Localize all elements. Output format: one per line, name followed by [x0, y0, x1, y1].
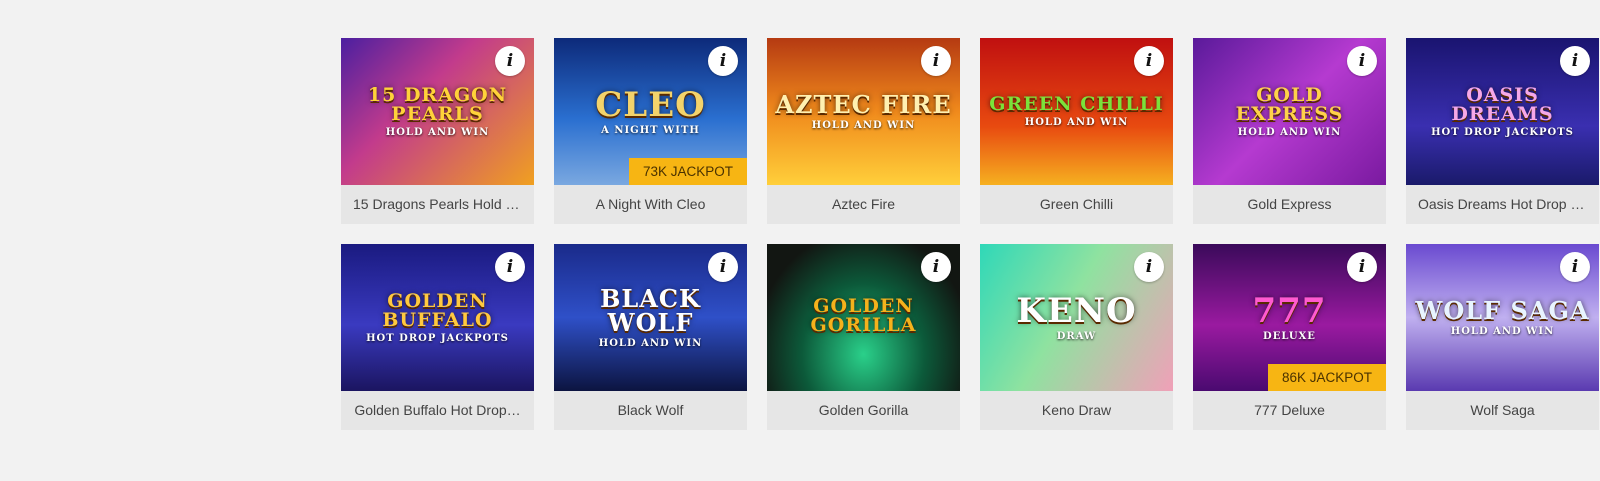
game-card[interactable]: 15 DRAGON PEARLS HOLD AND WIN i 15 Dragons … [341, 38, 534, 224]
game-title[interactable]: Aztec Fire [767, 185, 960, 224]
game-title[interactable]: Wolf Saga [1406, 391, 1599, 430]
game-logo-title: GOLD EXPRESS [1235, 83, 1344, 125]
game-logo-title: KENO [1016, 290, 1137, 331]
game-card[interactable]: BLACK WOLF HOLD AND WIN i Black Wolf [554, 244, 747, 430]
game-title[interactable]: Golden Gorilla [767, 391, 960, 430]
game-card[interactable]: GREEN CHILLI HOLD AND WIN i Green Chilli [980, 38, 1173, 224]
game-logo-subtitle: HOLD AND WIN [811, 119, 916, 131]
game-title[interactable]: Oasis Dreams Hot Drop J… [1406, 185, 1599, 224]
info-icon[interactable]: i [708, 252, 738, 282]
game-card[interactable]: GOLD EXPRESS HOLD AND WIN i Gold Express [1193, 38, 1386, 224]
game-logo-title: OASIS DREAMS [1451, 83, 1554, 125]
jackpot-badge: 86K JACKPOT [1267, 364, 1386, 391]
game-logo-title: GOLDEN GORILLA [810, 294, 917, 336]
game-title[interactable]: Black Wolf [554, 391, 747, 430]
info-icon[interactable]: i [495, 252, 525, 282]
game-title[interactable]: Green Chilli [980, 185, 1173, 224]
game-logo-subtitle: HOLD AND WIN [598, 337, 703, 349]
game-thumbnail[interactable]: GREEN CHILLI HOLD AND WIN i [980, 38, 1173, 185]
jackpot-badge: 73K JACKPOT [628, 158, 747, 185]
info-icon[interactable]: i [495, 46, 525, 76]
game-card[interactable]: OASIS DREAMS HOT DROP JACKPOTS i Oasis Drea… [1406, 38, 1599, 224]
game-title[interactable]: 777 Deluxe [1193, 391, 1386, 430]
info-icon[interactable]: i [1134, 46, 1164, 76]
game-thumbnail[interactable]: 777 DELUXE i 86K JACKPOT [1193, 244, 1386, 391]
game-thumbnail[interactable]: OASIS DREAMS HOT DROP JACKPOTS i [1406, 38, 1599, 185]
game-logo-subtitle: HOLD AND WIN [1237, 126, 1342, 138]
game-card[interactable]: GOLDEN GORILLA i Golden Gorilla [767, 244, 960, 430]
info-icon[interactable]: i [1560, 46, 1590, 76]
game-logo-title: CLEO [595, 84, 706, 125]
game-card[interactable]: 777 DELUXE i 86K JACKPOT 777 Deluxe [1193, 244, 1386, 430]
game-logo-title: BLACK WOLF [600, 283, 701, 337]
game-title[interactable]: 15 Dragons Pearls Hold a… [341, 185, 534, 224]
game-card[interactable]: KENO DRAW i Keno Draw [980, 244, 1173, 430]
game-title[interactable]: Keno Draw [980, 391, 1173, 430]
info-icon[interactable]: i [921, 46, 951, 76]
game-thumbnail[interactable]: CLEO A NIGHT WITH i 73K JACKPOT [554, 38, 747, 185]
game-thumbnail[interactable]: GOLD EXPRESS HOLD AND WIN i [1193, 38, 1386, 185]
game-logo-subtitle: HOT DROP JACKPOTS [366, 332, 509, 344]
game-thumbnail[interactable]: 15 DRAGON PEARLS HOLD AND WIN i [341, 38, 534, 185]
game-logo-subtitle: DELUXE [1263, 330, 1316, 342]
game-logo-title: GREEN CHILLI [989, 93, 1164, 115]
game-logo-title: 777 [1252, 290, 1327, 331]
game-logo-title: AZTEC FIRE [775, 89, 952, 119]
games-grid: 15 DRAGON PEARLS HOLD AND WIN i 15 Dragons … [341, 38, 1599, 430]
info-icon[interactable]: i [921, 252, 951, 282]
game-title[interactable]: Gold Express [1193, 185, 1386, 224]
game-card[interactable]: WOLF SAGA HOLD AND WIN i Wolf Saga [1406, 244, 1599, 430]
game-card[interactable]: CLEO A NIGHT WITH i 73K JACKPOT A Night With… [554, 38, 747, 224]
game-logo-title: GOLDEN BUFFALO [382, 289, 493, 331]
info-icon[interactable]: i [1347, 46, 1377, 76]
info-icon[interactable]: i [1347, 252, 1377, 282]
game-thumbnail[interactable]: AZTEC FIRE HOLD AND WIN i [767, 38, 960, 185]
game-logo-title: 15 DRAGON PEARLS [367, 83, 508, 125]
game-title[interactable]: Golden Buffalo Hot Drop… [341, 391, 534, 430]
game-logo-subtitle: A NIGHT WITH [601, 124, 700, 136]
game-thumbnail[interactable]: BLACK WOLF HOLD AND WIN i [554, 244, 747, 391]
game-title[interactable]: A Night With Cleo [554, 185, 747, 224]
game-logo-subtitle: HOLD AND WIN [1450, 325, 1555, 337]
info-icon[interactable]: i [708, 46, 738, 76]
game-logo-subtitle: HOLD AND WIN [385, 126, 490, 138]
info-icon[interactable]: i [1134, 252, 1164, 282]
game-thumbnail[interactable]: KENO DRAW i [980, 244, 1173, 391]
game-logo-subtitle: DRAW [1056, 330, 1097, 342]
game-card[interactable]: AZTEC FIRE HOLD AND WIN i Aztec Fire [767, 38, 960, 224]
info-icon[interactable]: i [1560, 252, 1590, 282]
game-logo-title: WOLF SAGA [1415, 295, 1590, 325]
game-card[interactable]: GOLDEN BUFFALO HOT DROP JACKPOTS i Golden B… [341, 244, 534, 430]
game-logo-subtitle: HOLD AND WIN [1024, 117, 1129, 128]
game-thumbnail[interactable]: WOLF SAGA HOLD AND WIN i [1406, 244, 1599, 391]
game-logo-subtitle: HOT DROP JACKPOTS [1431, 126, 1574, 138]
game-thumbnail[interactable]: GOLDEN GORILLA i [767, 244, 960, 391]
game-thumbnail[interactable]: GOLDEN BUFFALO HOT DROP JACKPOTS i [341, 244, 534, 391]
